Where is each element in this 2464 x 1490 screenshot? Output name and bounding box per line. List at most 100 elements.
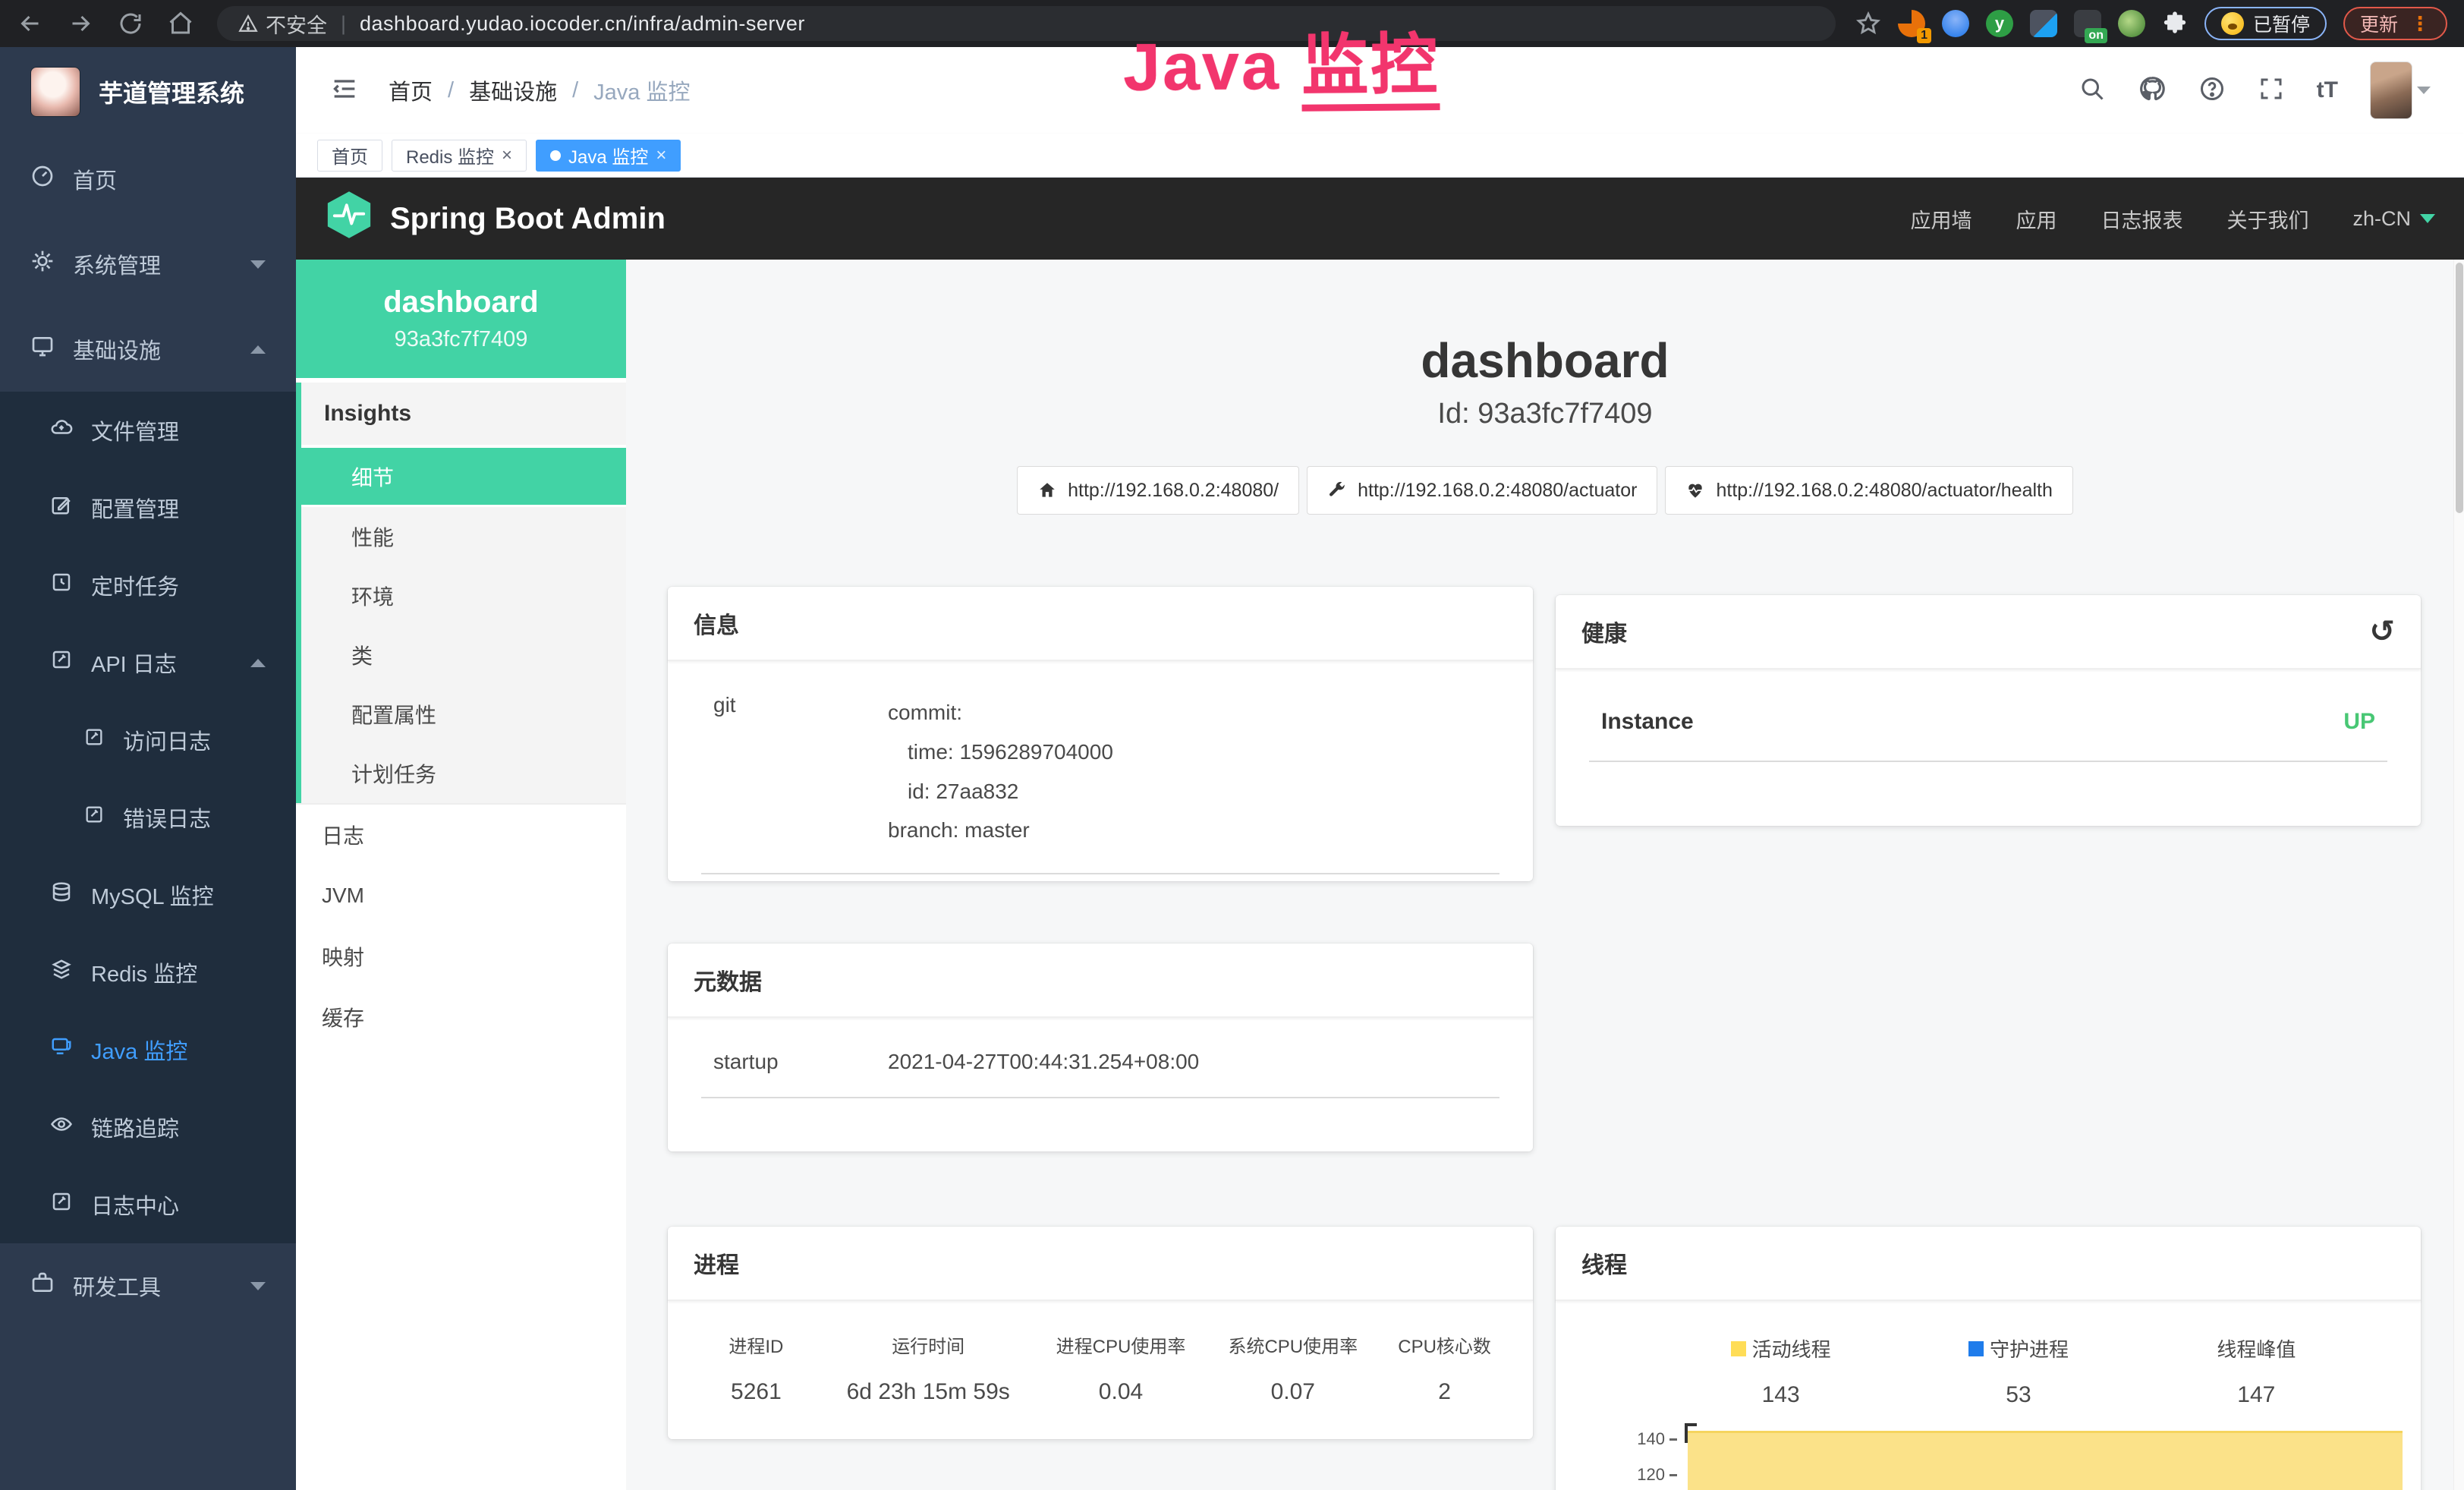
close-tab-icon[interactable]: × [502, 146, 512, 165]
scrollbar-thumb[interactable] [2456, 263, 2463, 513]
sidebar-item-error-log[interactable]: 错误日志 [0, 779, 296, 856]
update-button[interactable]: 更新 ⋮ [2343, 7, 2447, 40]
toolbox-icon [30, 1271, 55, 1301]
close-tab-icon[interactable]: × [656, 146, 666, 165]
sidebar-item-access-log[interactable]: 访问日志 [0, 701, 296, 779]
reload-icon[interactable] [117, 10, 144, 37]
legend-daemon-value: 53 [1899, 1382, 2137, 1408]
extension-orange-icon[interactable]: 1 [1898, 10, 1925, 37]
tab-redis-monitor[interactable]: Redis 监控 × [392, 140, 527, 172]
sidebar-item-config[interactable]: 配置管理 [0, 469, 296, 547]
app-logo-row[interactable]: 芋道管理系统 [0, 47, 296, 137]
sba-nav-about[interactable]: 关于我们 [2226, 204, 2308, 234]
legend-peak-value: 147 [2138, 1382, 2375, 1408]
sidebar-item-system[interactable]: 系统管理 [0, 222, 296, 307]
help-icon[interactable] [2198, 75, 2226, 106]
sba-instance-header[interactable]: dashboard 93a3fc7f7409 [296, 260, 626, 378]
security-warning[interactable]: 不安全 [238, 9, 327, 39]
sba-item-caches[interactable]: 缓存 [296, 987, 626, 1047]
metadata-key: startup [713, 1050, 888, 1074]
sba-item-classes[interactable]: 类 [301, 625, 626, 685]
process-val-uptime: 6d 23h 15m 59s [822, 1379, 1035, 1405]
actuator-url-button[interactable]: http://192.168.0.2:48080/actuator [1307, 466, 1657, 515]
process-col-pid: 进程ID [691, 1331, 822, 1358]
health-card-title: 健康 [1581, 615, 1627, 648]
sba-item-scheduled-tasks[interactable]: 计划任务 [301, 744, 626, 803]
tab-home[interactable]: 首页 [317, 140, 382, 172]
security-label: 不安全 [266, 9, 327, 39]
extension-y-icon[interactable]: y [1986, 10, 2013, 37]
browser-menu-icon[interactable]: ⋮ [2410, 12, 2431, 36]
user-avatar [2370, 61, 2412, 119]
chevron-up-icon [250, 659, 266, 667]
sidebar-item-tracing[interactable]: 链路追踪 [0, 1088, 296, 1166]
extensions-puzzle-icon[interactable] [2162, 11, 2188, 36]
gauge-icon [30, 164, 55, 194]
sba-nav-applications[interactable]: 应用 [2016, 204, 2056, 234]
sidebar-item-infra[interactable]: 基础设施 [0, 307, 296, 392]
home-icon[interactable] [167, 10, 194, 37]
sba-item-logs[interactable]: 日志 [296, 805, 626, 865]
process-col-proc-cpu: 进程CPU使用率 [1035, 1331, 1207, 1358]
sba-sidebar: dashboard 93a3fc7f7409 Insights 细节 性能 环境… [296, 260, 626, 1490]
sidebar-item-api-log[interactable]: API 日志 [0, 624, 296, 701]
sidebar-item-jobs[interactable]: 定时任务 [0, 547, 296, 624]
health-url-button[interactable]: http://192.168.0.2:48080/actuator/health [1665, 466, 2072, 515]
extension-switch-icon[interactable]: on [2074, 10, 2101, 37]
sidebar-item-devtools[interactable]: 研发工具 [0, 1243, 296, 1328]
fullscreen-icon[interactable] [2258, 75, 2285, 106]
back-icon[interactable] [17, 10, 44, 37]
user-menu[interactable] [2370, 61, 2431, 119]
service-url-button[interactable]: http://192.168.0.2:48080/ [1017, 466, 1299, 515]
profile-paused-pill[interactable]: 已暂停 [2204, 7, 2327, 40]
sidebar-item-log-center[interactable]: 日志中心 [0, 1166, 296, 1243]
threads-chart-y-axis: 140 120 100 [1589, 1428, 1688, 1490]
java-icon [50, 1035, 73, 1064]
page-url[interactable]: dashboard.yudao.iocoder.cn/infra/admin-s… [360, 12, 805, 36]
breadcrumb-current: Java 监控 [593, 74, 690, 106]
log-icon [50, 648, 73, 677]
breadcrumb-infra[interactable]: 基础设施 [469, 74, 557, 106]
sba-item-jvm[interactable]: JVM [296, 865, 626, 926]
extension-grid-icon[interactable] [2030, 10, 2057, 37]
breadcrumb-home[interactable]: 首页 [389, 74, 433, 106]
sba-brand[interactable]: Spring Boot Admin [325, 191, 666, 247]
health-instance-label[interactable]: Instance [1601, 709, 1694, 735]
sidebar-item-mysql[interactable]: MySQL 监控 [0, 856, 296, 934]
search-icon[interactable] [2079, 75, 2106, 106]
sba-item-environment[interactable]: 环境 [301, 566, 626, 625]
sidebar-item-home[interactable]: 首页 [0, 137, 296, 222]
legend-live-threads: 活动线程 [1662, 1334, 1899, 1362]
extension-on-badge: on [2085, 28, 2107, 43]
bookmark-star-icon[interactable] [1855, 11, 1881, 36]
forward-icon[interactable] [67, 10, 94, 37]
metadata-card: 元数据 startup 2021-04-27T00:44:31.254+08:0… [668, 943, 1533, 1151]
content-scrollbar[interactable] [2453, 260, 2464, 1490]
sba-locale-select[interactable]: zh-CN [2352, 207, 2435, 231]
github-icon[interactable] [2138, 74, 2167, 107]
sba-nav-journal[interactable]: 日志报表 [2101, 204, 2182, 234]
cloud-upload-icon [50, 416, 73, 445]
insights-section-label[interactable]: Insights [301, 383, 626, 448]
sidebar-item-files[interactable]: 文件管理 [0, 392, 296, 469]
tab-java-monitor[interactable]: Java 监控 × [536, 140, 681, 172]
sba-nav-wallboard[interactable]: 应用墙 [1910, 204, 1972, 234]
sba-item-metrics[interactable]: 性能 [301, 507, 626, 566]
font-size-icon[interactable]: tT [2317, 77, 2338, 103]
paused-label: 已暂停 [2253, 10, 2310, 37]
sidebar-item-redis[interactable]: Redis 监控 [0, 934, 296, 1011]
sba-item-details[interactable]: 细节 [301, 448, 626, 507]
sidebar-collapse-icon[interactable] [329, 74, 360, 108]
process-col-uptime: 运行时间 [822, 1331, 1035, 1358]
chevron-up-icon [250, 345, 266, 354]
extension-pin-icon[interactable] [1942, 10, 1969, 37]
extension-leaf-icon[interactable] [2118, 10, 2145, 37]
log-center-icon [50, 1190, 73, 1219]
gear-icon [30, 249, 55, 279]
sba-item-config-props[interactable]: 配置属性 [301, 685, 626, 744]
sidebar-item-java-monitor[interactable]: Java 监控 [0, 1011, 296, 1088]
address-bar[interactable]: 不安全 | dashboard.yudao.iocoder.cn/infra/a… [217, 6, 1836, 41]
sba-item-mappings[interactable]: 映射 [296, 926, 626, 987]
database-icon [50, 880, 73, 909]
history-icon[interactable]: ↺ [2369, 616, 2395, 647]
